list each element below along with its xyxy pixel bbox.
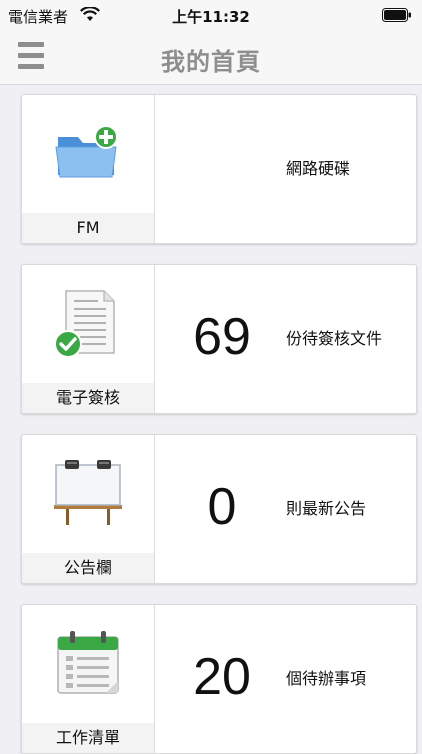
card-label: 電子簽核 bbox=[22, 383, 154, 413]
page-title: 我的首頁 bbox=[161, 48, 261, 76]
card-label: FM bbox=[22, 213, 154, 243]
folder-add-icon bbox=[55, 125, 118, 178]
card-label: 工作清單 bbox=[22, 723, 154, 753]
card-fm[interactable]: FM 網路硬碟 bbox=[21, 94, 417, 244]
bulletin-board-icon bbox=[54, 460, 122, 525]
nav-bar: 我的首頁 bbox=[0, 30, 422, 85]
card-description: 個待辦事項 bbox=[286, 669, 367, 688]
status-bar: 電信業者 上午11:32 bbox=[0, 0, 422, 30]
card-left-panel: 公告欄 bbox=[22, 435, 155, 583]
card-task-list[interactable]: 工作清單 20 個待辦事項 bbox=[21, 604, 417, 754]
card-count: 69 bbox=[193, 308, 251, 366]
card-label: 公告欄 bbox=[22, 553, 154, 583]
card-e-signature[interactable]: 電子簽核 69 份待簽核文件 bbox=[21, 264, 417, 414]
calendar-list-icon bbox=[57, 631, 119, 694]
card-description: 份待簽核文件 bbox=[286, 329, 383, 348]
card-description: 網路硬碟 bbox=[286, 159, 351, 178]
card-description: 則最新公告 bbox=[286, 499, 367, 518]
card-count: 20 bbox=[193, 648, 251, 706]
card-left-panel: 工作清單 bbox=[22, 605, 155, 753]
document-check-icon bbox=[54, 290, 115, 358]
card-left-panel: 電子簽核 bbox=[22, 265, 155, 413]
battery-icon bbox=[382, 8, 411, 22]
card-left-panel: FM bbox=[22, 95, 155, 243]
status-time: 上午11:32 bbox=[172, 8, 250, 26]
card-count: 0 bbox=[207, 478, 237, 536]
card-bulletin-board[interactable]: 公告欄 0 則最新公告 bbox=[21, 434, 417, 584]
